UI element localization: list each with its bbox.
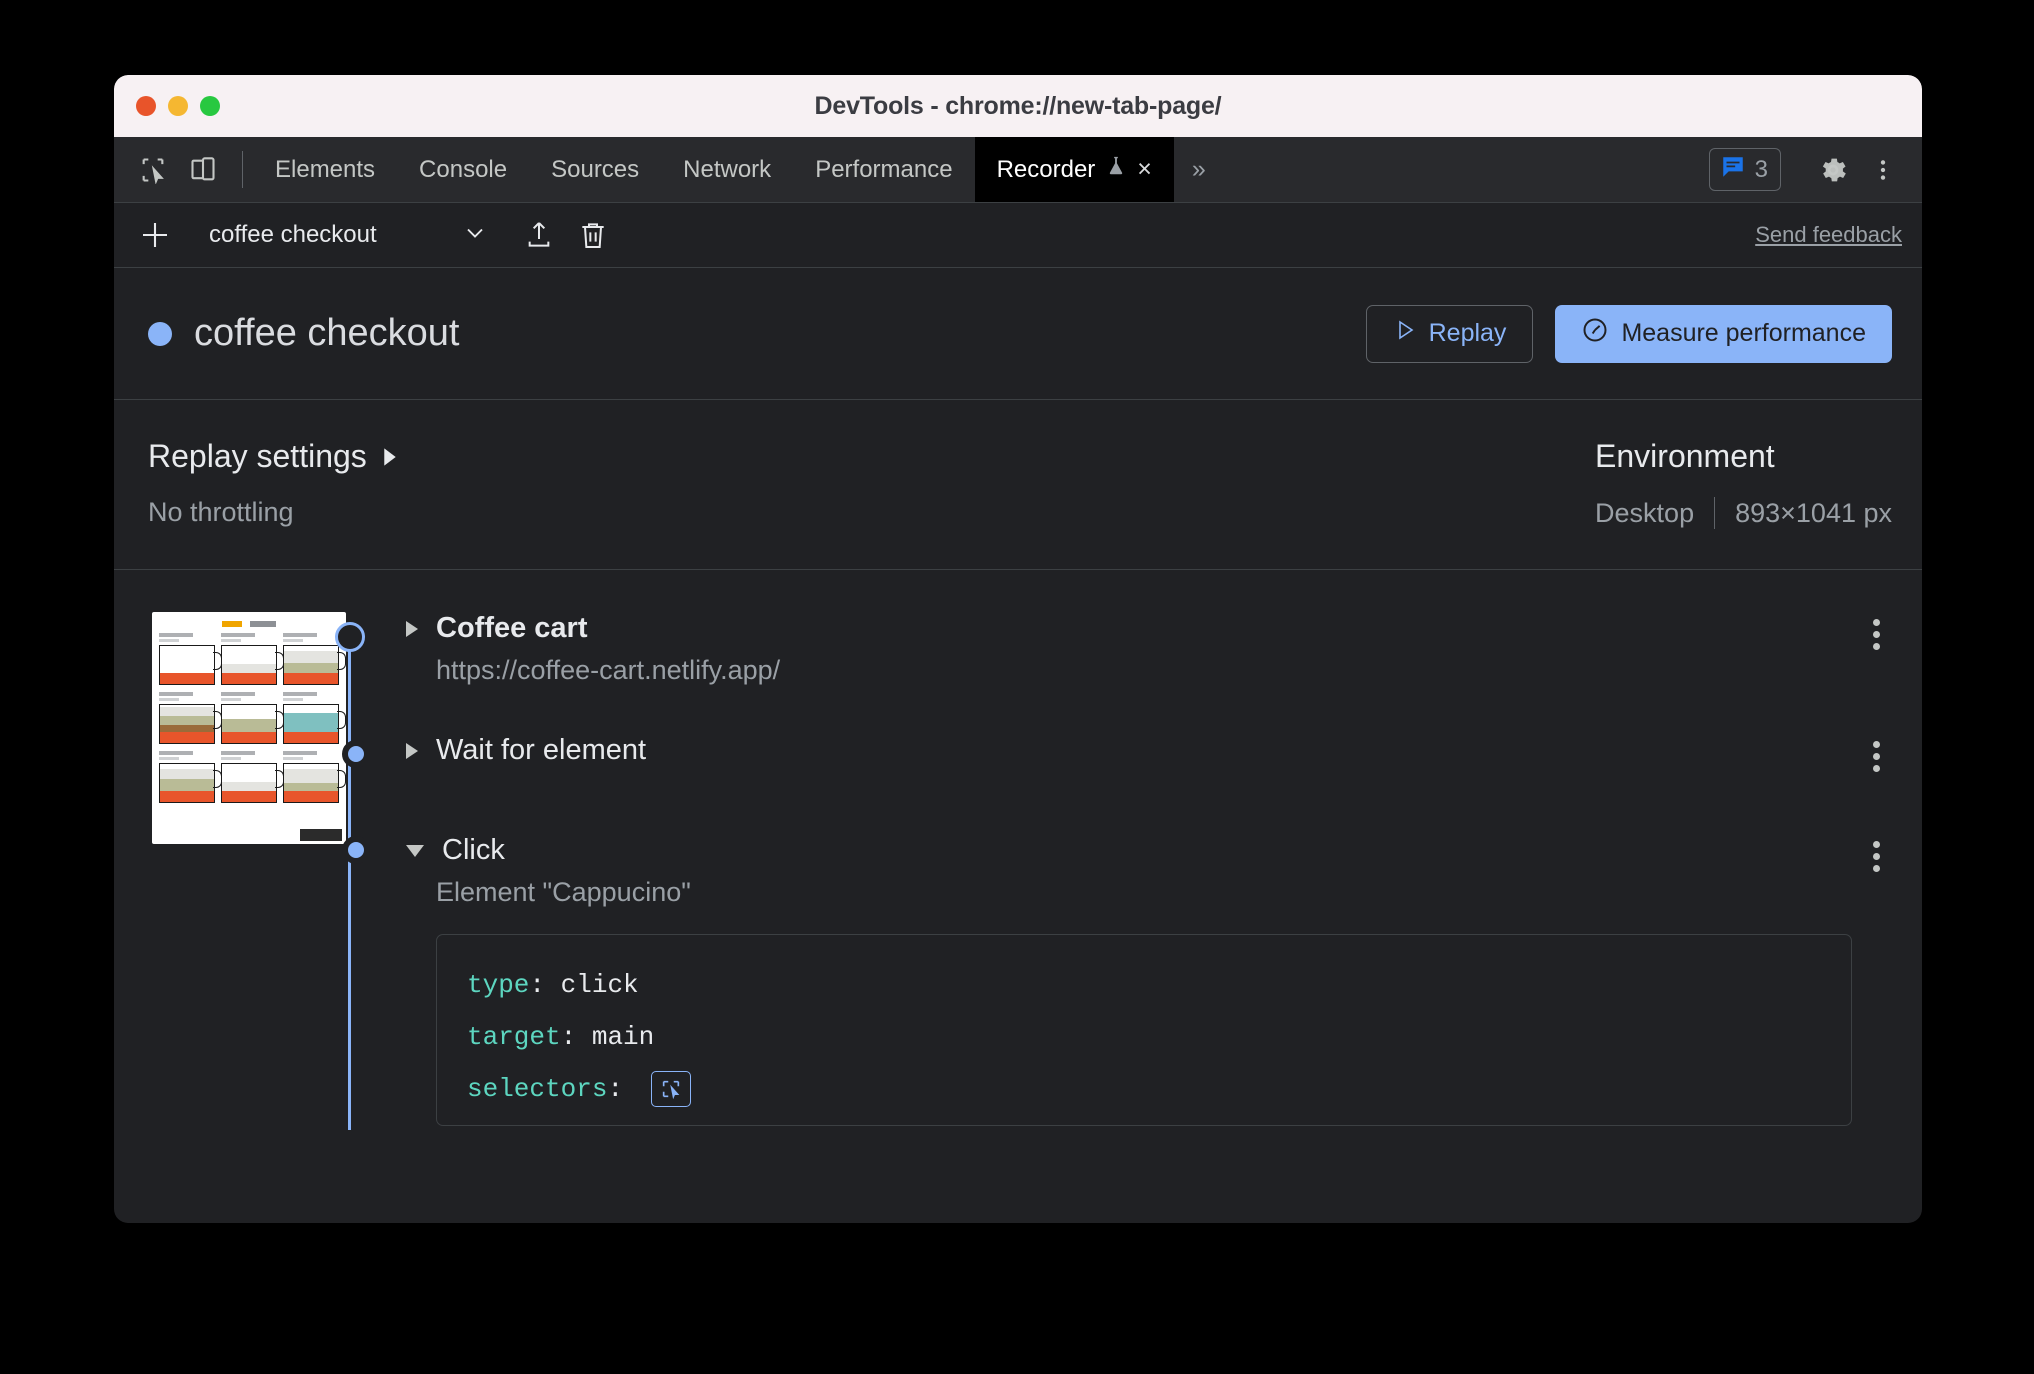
tab-label: Recorder	[996, 155, 1096, 183]
recording-screenshot-thumbnail	[152, 612, 346, 844]
recorder-toolbar: coffee checkout Send feedback	[114, 203, 1922, 268]
devtools-window: DevTools - chrome://new-tab-page/ Elemen…	[114, 75, 1922, 1223]
environment-section: Environment Desktop 893×1041 px	[1595, 438, 1892, 529]
tab-label: Elements	[275, 155, 376, 183]
tab-label: Network	[683, 155, 772, 183]
more-vertical-icon[interactable]	[1860, 147, 1906, 193]
tabstrip-right-icons: 3	[1708, 137, 1922, 202]
tabstrip-left-icons	[114, 137, 232, 202]
step-menu-icon[interactable]	[1856, 736, 1896, 776]
step-menu-icon[interactable]	[1856, 614, 1896, 654]
expand-arrow-icon[interactable]	[406, 620, 418, 637]
tab-network[interactable]: Network	[661, 137, 793, 202]
step-title: Click	[442, 834, 505, 866]
chevron-right-icon	[381, 438, 399, 475]
send-feedback-link[interactable]: Send feedback	[1755, 222, 1902, 248]
devtools-tabs: Elements Console Sources Network Perform…	[253, 137, 1174, 202]
export-icon[interactable]	[514, 212, 564, 258]
environment-divider	[1714, 497, 1716, 529]
steps-area: Coffee cart https://coffee-cart.netlify.…	[114, 570, 1922, 1130]
window-titlebar: DevTools - chrome://new-tab-page/	[114, 75, 1922, 137]
step-details-code: type: click target: main selectors:	[436, 934, 1852, 1126]
step-wait-for-element[interactable]: Wait for element	[344, 734, 1922, 830]
gauge-icon	[1581, 316, 1609, 351]
step-subtitle: Element "Cappucino"	[436, 877, 691, 907]
tab-performance[interactable]: Performance	[793, 137, 974, 202]
devtools-tabstrip: Elements Console Sources Network Perform…	[114, 137, 1922, 203]
code-key: type	[467, 970, 530, 1000]
collapse-arrow-icon[interactable]	[406, 844, 424, 857]
tab-label: Console	[419, 155, 508, 183]
tabstrip-divider	[242, 151, 243, 188]
zoom-window-button[interactable]	[200, 96, 220, 116]
trash-icon[interactable]	[568, 212, 618, 258]
step-click[interactable]: Click Element "Cappucino" type: click ta…	[344, 834, 1922, 1126]
device-value: Desktop	[1595, 497, 1695, 528]
traffic-lights	[136, 96, 220, 116]
close-window-button[interactable]	[136, 96, 156, 116]
step-title: Coffee cart	[436, 612, 588, 644]
gear-icon[interactable]	[1810, 147, 1856, 193]
settings-strip: Replay settings No throttling Environmen…	[114, 400, 1922, 570]
tab-console[interactable]: Console	[397, 137, 529, 202]
recording-selector[interactable]: coffee checkout	[199, 219, 489, 252]
tab-label: Sources	[551, 155, 640, 183]
steps-list: Coffee cart https://coffee-cart.netlify.…	[326, 612, 1922, 1130]
step-menu-icon[interactable]	[1856, 836, 1896, 876]
recording-status-dot	[148, 321, 172, 346]
replay-settings-label: Replay settings	[148, 438, 367, 474]
step-subtitle: https://coffee-cart.netlify.app/	[436, 655, 781, 685]
replay-button[interactable]: Replay	[1365, 304, 1534, 363]
play-icon	[1393, 318, 1417, 349]
tab-label: Performance	[815, 155, 953, 183]
code-line-target: target: main	[467, 1022, 655, 1052]
environment-label: Environment	[1595, 438, 1775, 474]
header-actions: Replay Measure performance	[1365, 304, 1892, 363]
thumbnail-column	[114, 612, 346, 1070]
measure-performance-button[interactable]: Measure performance	[1555, 304, 1892, 363]
tab-sources[interactable]: Sources	[529, 137, 661, 202]
messages-badge[interactable]: 3	[1708, 148, 1781, 191]
page-title: coffee checkout	[194, 312, 460, 354]
message-count: 3	[1754, 155, 1768, 183]
expand-arrow-icon[interactable]	[406, 742, 418, 759]
environment-values: Desktop 893×1041 px	[1595, 497, 1892, 529]
screen: DevTools - chrome://new-tab-page/ Elemen…	[0, 0, 2034, 1374]
inspect-element-icon[interactable]	[130, 147, 176, 193]
replay-label: Replay	[1428, 319, 1507, 347]
message-icon	[1720, 154, 1746, 185]
select-element-icon[interactable]	[650, 1071, 691, 1108]
code-value: click	[560, 970, 639, 1000]
recording-header: coffee checkout Replay Measure performan…	[114, 268, 1922, 400]
replay-settings-toggle[interactable]: Replay settings	[148, 438, 1595, 475]
throttling-value: No throttling	[148, 497, 294, 527]
plus-icon[interactable]	[132, 212, 178, 258]
tab-recorder[interactable]: Recorder ×	[974, 137, 1174, 202]
replay-settings-section: Replay settings No throttling	[148, 438, 1595, 529]
measure-label: Measure performance	[1621, 319, 1866, 347]
code-line-type: type: click	[467, 970, 639, 1000]
flask-icon	[1105, 154, 1127, 185]
minimize-window-button[interactable]	[168, 96, 188, 116]
window-title: DevTools - chrome://new-tab-page/	[814, 91, 1222, 120]
code-value: main	[591, 1022, 655, 1052]
code-line-selectors: selectors:	[467, 1063, 1821, 1115]
more-tabs-icon[interactable]: »	[1174, 137, 1224, 202]
step-navigate[interactable]: Coffee cart https://coffee-cart.netlify.…	[344, 612, 1922, 708]
tab-elements[interactable]: Elements	[253, 137, 397, 202]
device-toolbar-icon[interactable]	[180, 147, 226, 193]
close-icon[interactable]: ×	[1137, 157, 1152, 182]
chevron-down-icon	[461, 219, 489, 252]
viewport-value: 893×1041 px	[1735, 497, 1892, 528]
code-key: target	[467, 1022, 561, 1052]
code-key: selectors	[467, 1074, 608, 1104]
recording-name: coffee checkout	[209, 221, 377, 248]
step-title: Wait for element	[436, 734, 647, 766]
